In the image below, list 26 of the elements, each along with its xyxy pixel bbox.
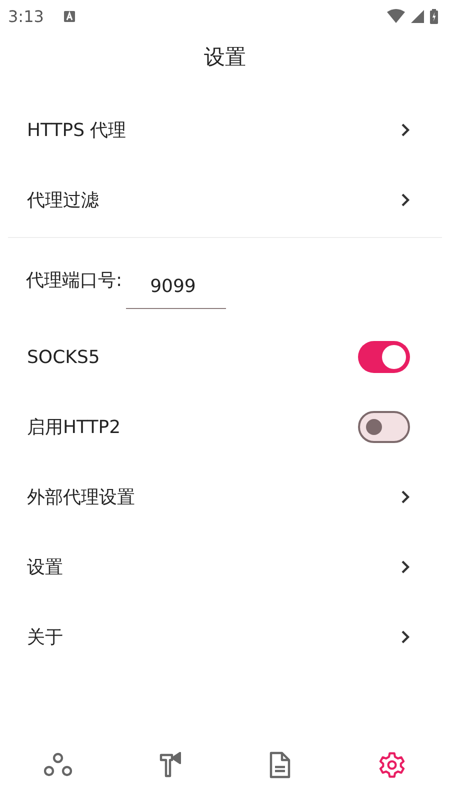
wifi-icon [387, 9, 405, 23]
field-label: 代理端口号: [26, 269, 122, 292]
settings-row[interactable]: 设置 [0, 532, 450, 602]
toggle-switch[interactable] [358, 411, 410, 443]
keyboard-icon [64, 10, 75, 22]
toggle-switch[interactable] [358, 341, 410, 373]
page-title: 设置 [203, 44, 247, 71]
hammer-icon[interactable] [159, 752, 182, 778]
chevron-icon [401, 123, 410, 137]
chevron-icon [401, 193, 410, 207]
circles-icon[interactable] [44, 752, 72, 778]
status-time: 3:13 [8, 6, 44, 26]
port-field[interactable]: 9099 [126, 265, 226, 309]
settings-row[interactable]: 代理过滤 [0, 165, 450, 235]
chevron-icon [401, 560, 410, 574]
chevron-icon [401, 490, 410, 504]
switch-label: 启用HTTP2 [27, 416, 121, 439]
settings-row[interactable]: HTTPS 代理 [0, 95, 450, 165]
chevron-icon [401, 630, 410, 644]
settings-row[interactable]: 外部代理设置 [0, 462, 450, 532]
signal-icon [411, 10, 424, 22]
document-icon[interactable] [268, 751, 291, 779]
switch-label: SOCKS5 [27, 346, 100, 368]
settings-icon[interactable] [378, 751, 406, 779]
settings-row[interactable]: 关于 [0, 602, 450, 672]
battery-icon [430, 8, 438, 24]
